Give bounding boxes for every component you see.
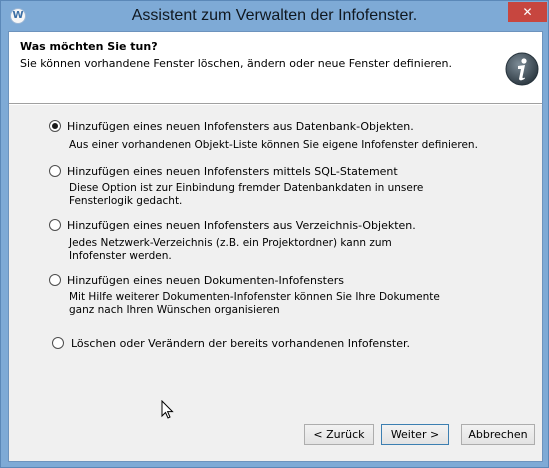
option-description: Aus einer vorhandenen Objekt-Liste könne…: [69, 139, 478, 151]
option-label[interactable]: Löschen oder Verändern der bereits vorha…: [71, 337, 410, 350]
close-button[interactable]: ✕: [508, 2, 547, 22]
option-label[interactable]: Hinzufügen eines neuen Infofensters aus …: [67, 219, 416, 232]
title-bar[interactable]: W Assistent zum Verwalten der Infofenste…: [1, 1, 548, 31]
radio-verzeichnis[interactable]: [49, 219, 61, 231]
window-title: Assistent zum Verwalten der Infofenster.: [131, 7, 418, 24]
option-description: Mit Hilfe weiterer Dokumenten-Infofenste…: [69, 291, 440, 316]
radio-loeschen[interactable]: [52, 337, 64, 349]
radio-sql[interactable]: [49, 165, 61, 177]
wizard-window: W Assistent zum Verwalten der Infofenste…: [0, 0, 549, 468]
option-description: Diese Option ist zur Einbindung fremder …: [69, 182, 424, 207]
wizard-content: Was möchten Sie tun? Sie können vorhande…: [8, 31, 543, 462]
back-button[interactable]: < Zurück: [304, 424, 374, 445]
header-subtitle: Sie können vorhandene Fenster löschen, ä…: [20, 57, 453, 70]
wizard-header: Was möchten Sie tun? Sie können vorhande…: [9, 32, 542, 104]
info-icon: [505, 52, 539, 86]
radio-dokumente[interactable]: [49, 274, 61, 286]
mouse-pointer-icon: [161, 400, 174, 419]
option-label[interactable]: Hinzufügen eines neuen Infofensters aus …: [67, 120, 414, 133]
header-separator: [9, 104, 542, 105]
cancel-button[interactable]: Abbrechen: [461, 424, 535, 445]
option-label[interactable]: Hinzufügen eines neuen Dokumenten-Infofe…: [67, 274, 344, 287]
option-description: Jedes Netzwerk-Verzeichnis (z.B. ein Pro…: [69, 237, 392, 262]
radio-datenbank[interactable]: [49, 120, 61, 132]
option-label[interactable]: Hinzufügen eines neuen Infofensters mitt…: [67, 165, 398, 178]
header-title: Was möchten Sie tun?: [20, 40, 158, 53]
next-button[interactable]: Weiter >: [381, 424, 449, 445]
